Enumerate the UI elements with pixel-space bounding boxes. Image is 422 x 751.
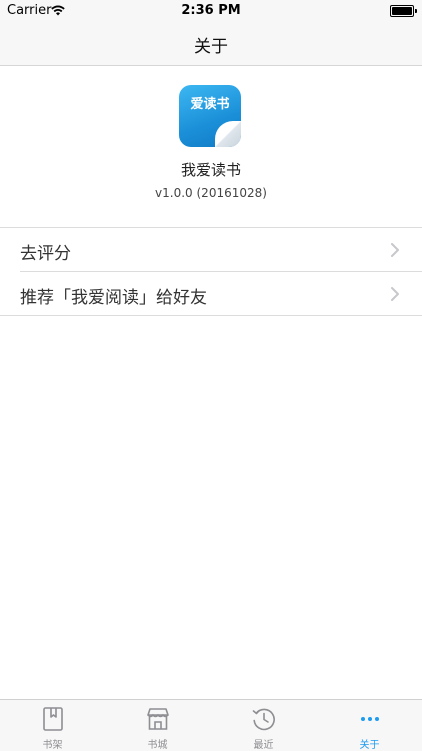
clock-icon [252, 708, 275, 731]
tab-bookstore[interactable]: 书城 [105, 700, 210, 751]
tab-bookstore-label: 书城 [147, 740, 168, 751]
app-version: v1.0.0 (20161028) [155, 186, 267, 200]
recommend-app-item[interactable]: 推荐「我爱阅读」给好友 [0, 272, 422, 316]
status-bar: Carrier 2:36 PM [0, 0, 422, 22]
recommend-app-label: 推荐「我爱阅读」给好友 [20, 288, 207, 308]
page-title: 关于 [194, 37, 228, 57]
tab-about-label: 关于 [359, 740, 380, 751]
app-logo-icon: 爱读书 [179, 85, 241, 147]
tab-recent-label: 最近 [253, 740, 274, 751]
rate-app-item[interactable]: 去评分 [0, 228, 422, 272]
tab-bookshelf[interactable]: 书架 [0, 700, 105, 751]
tab-bar: 书架 书城 最近 关于 [0, 699, 422, 751]
battery-icon [390, 5, 417, 17]
more-icon [361, 717, 379, 721]
tab-bookshelf-label: 书架 [42, 740, 63, 751]
tab-about[interactable]: 关于 [317, 700, 422, 751]
bookshelf-icon [43, 707, 63, 731]
app-logo-text: 爱读书 [190, 97, 230, 112]
app-info-section: 爱读书 我爱读书 v1.0.0 (20161028) [0, 66, 422, 226]
chevron-right-icon [391, 243, 399, 257]
chevron-right-icon [391, 287, 399, 301]
navigation-bar: 关于 [0, 22, 422, 66]
page-fold-decoration [215, 121, 241, 147]
status-time: 2:36 PM [181, 3, 241, 18]
rate-app-label: 去评分 [20, 244, 71, 264]
store-icon [147, 708, 169, 730]
about-menu-list: 去评分 推荐「我爱阅读」给好友 [0, 227, 422, 316]
app-name: 我爱读书 [180, 161, 241, 179]
tab-recent[interactable]: 最近 [211, 700, 316, 751]
